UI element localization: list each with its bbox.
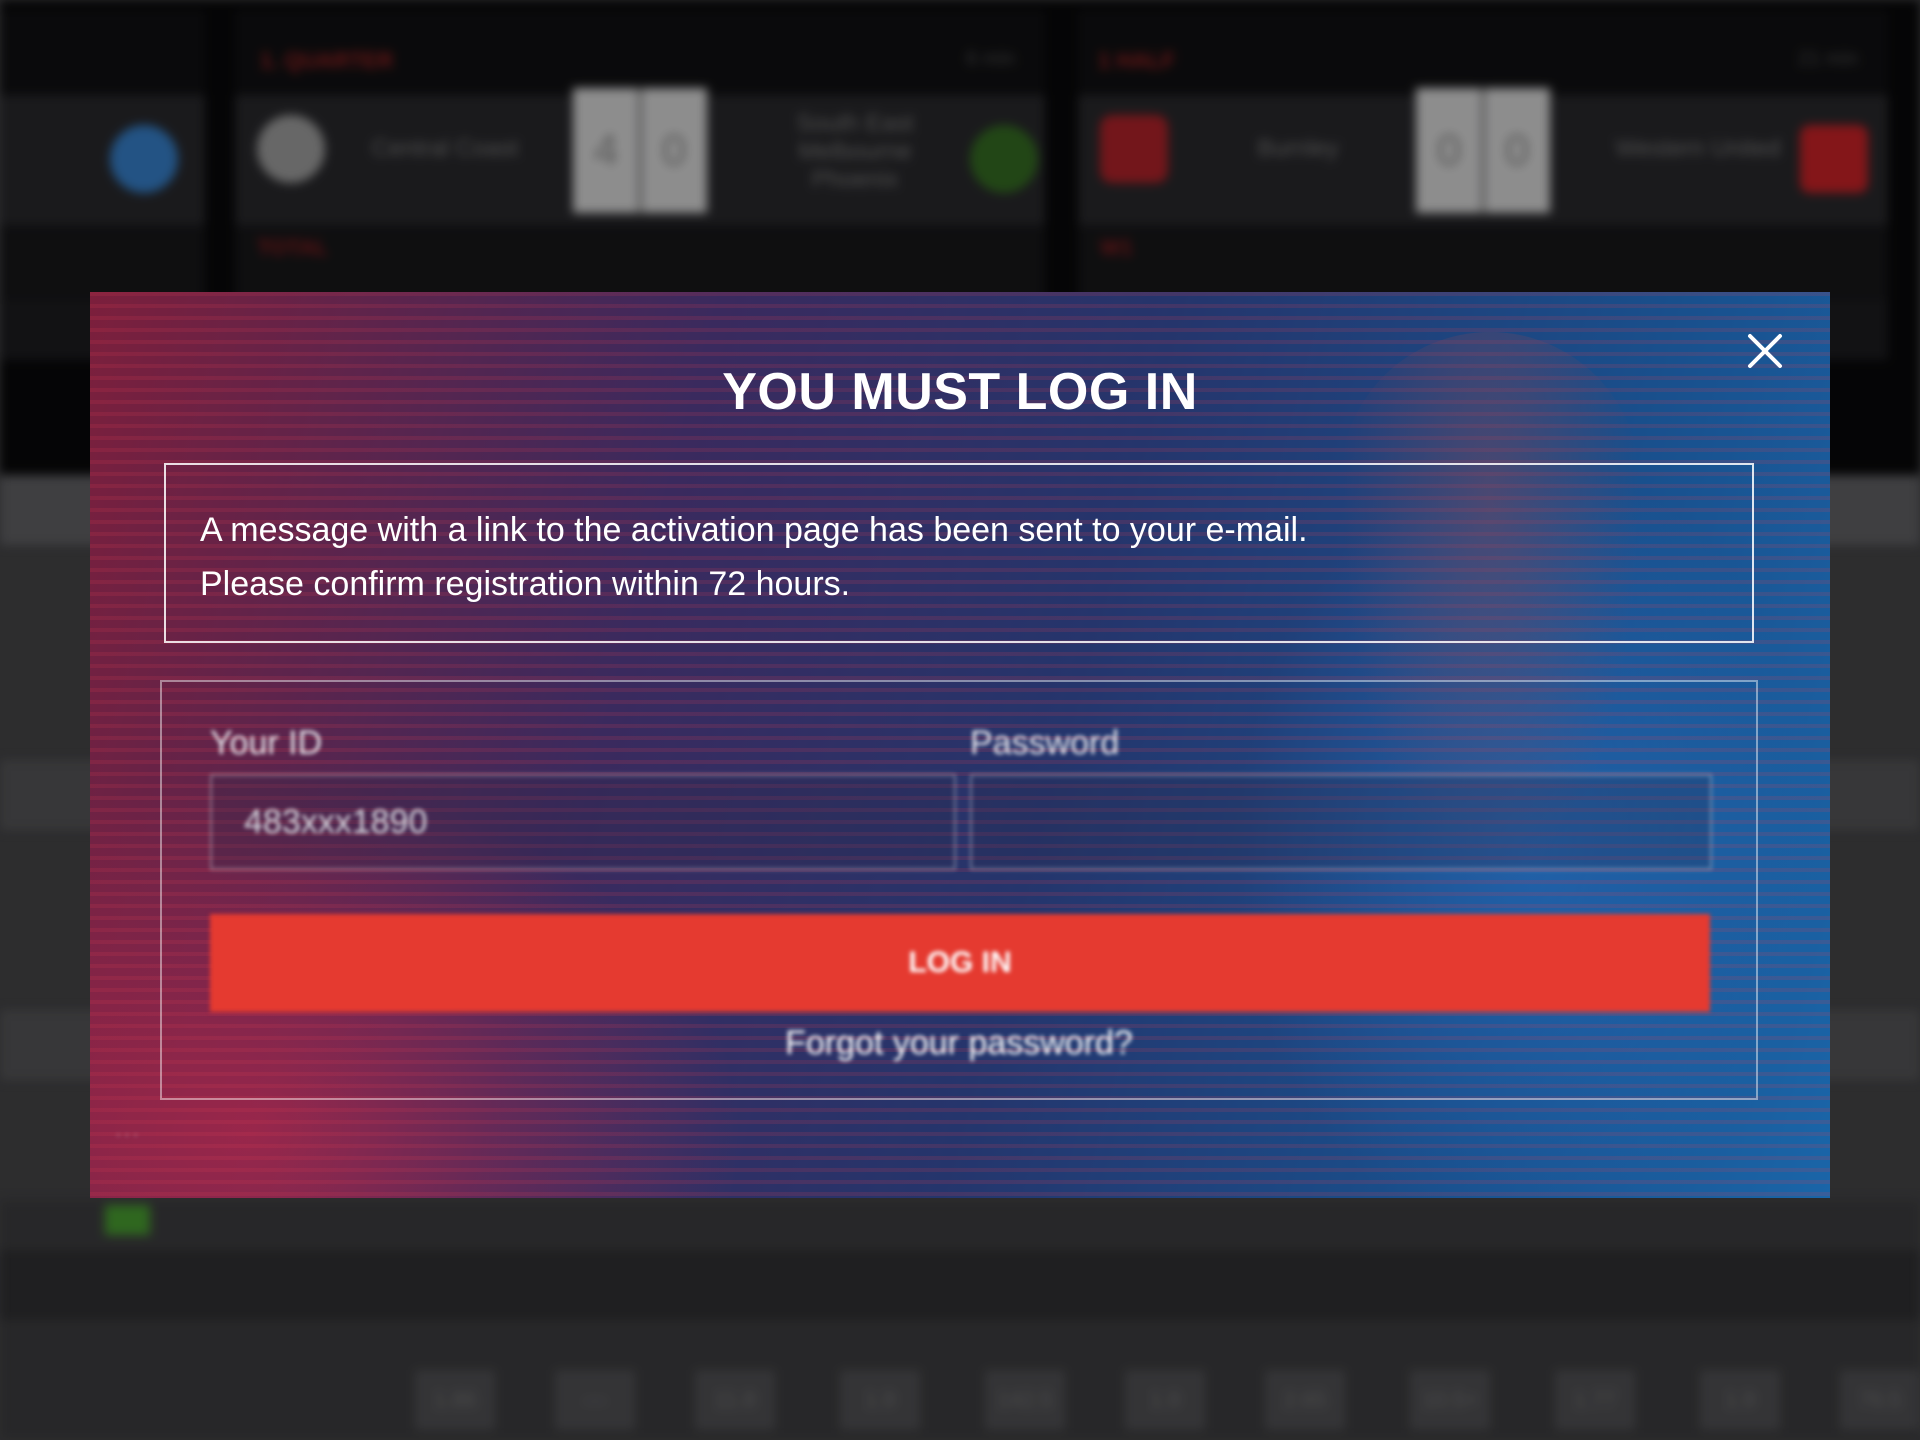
activation-notice: A message with a link to the activation …: [164, 463, 1754, 643]
login-form: Your ID 483xxx1890 Password LOG IN Forgo…: [160, 680, 1758, 1100]
login-required-modal: YOU MUST LOG IN A message with a link to…: [90, 292, 1830, 1198]
close-icon: [1748, 334, 1782, 368]
forgot-password-link[interactable]: Forgot your password?: [162, 1018, 1756, 1068]
password-label: Password: [970, 724, 1120, 762]
login-form-content: Your ID 483xxx1890 Password LOG IN Forgo…: [162, 682, 1756, 1098]
modal-title: YOU MUST LOG IN: [722, 363, 1198, 421]
forgot-password-text[interactable]: Forgot your password?: [785, 1024, 1133, 1062]
id-label: Your ID: [210, 724, 323, 762]
login-button[interactable]: LOG IN: [210, 914, 1710, 1012]
notice-line-1: A message with a link to the activation …: [200, 511, 1308, 549]
modal-footer-text: ···: [114, 1118, 140, 1148]
notice-line-2: Please confirm registration within 72 ho…: [200, 565, 851, 603]
id-input[interactable]: 483xxx1890: [210, 774, 956, 870]
close-button[interactable]: [1742, 328, 1788, 374]
password-input[interactable]: [970, 774, 1712, 870]
